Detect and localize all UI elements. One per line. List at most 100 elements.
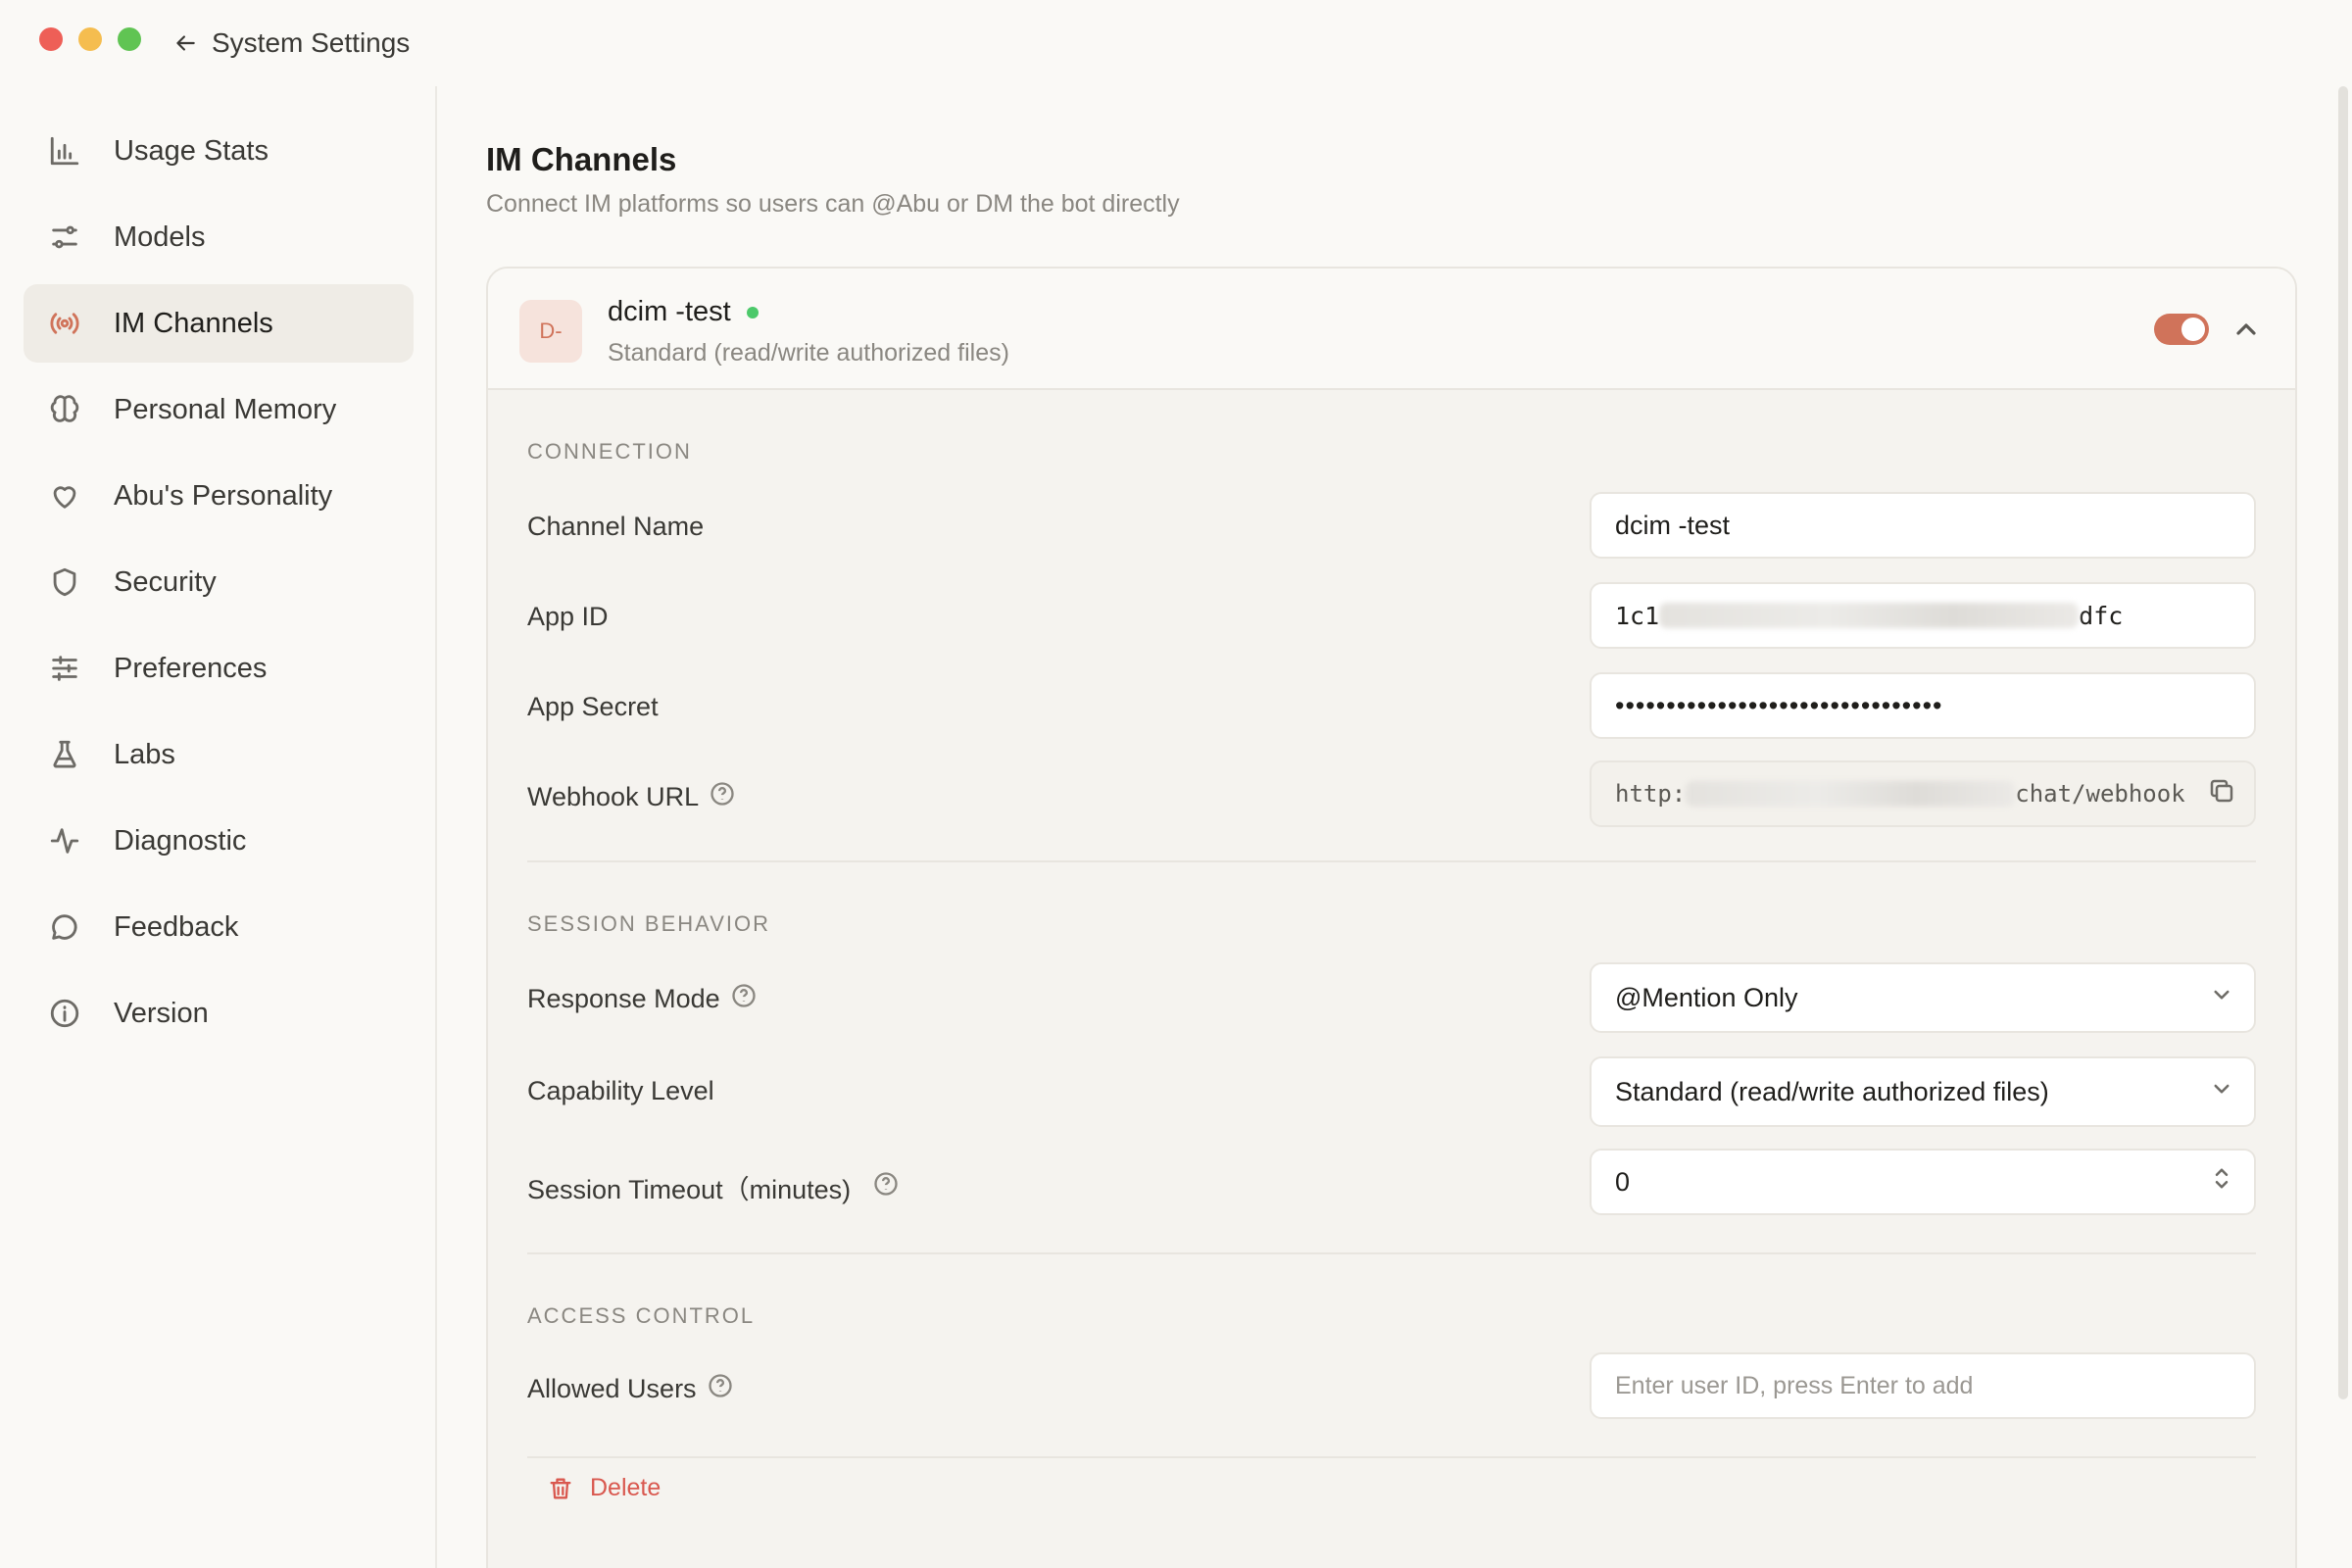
- pulse-icon: [47, 823, 82, 858]
- channel-avatar: D-: [519, 300, 582, 363]
- sidebar-item-label: Version: [114, 997, 209, 1029]
- sidebar-item-usage-stats[interactable]: Usage Stats: [24, 112, 414, 190]
- chevron-down-icon: [2207, 980, 2236, 1016]
- sidebar-item-label: Diagnostic: [114, 824, 247, 857]
- chat-bubble-icon: [47, 909, 82, 945]
- session-timeout-input[interactable]: 0: [1590, 1149, 2256, 1215]
- settings-sliders-icon: [47, 651, 82, 686]
- channel-name-input[interactable]: dcim -test: [1590, 492, 2256, 559]
- session-timeout-value: 0: [1615, 1166, 1631, 1197]
- webhook-prefix: http:: [1615, 780, 1687, 808]
- bar-chart-icon: [47, 133, 82, 169]
- sidebar-item-models[interactable]: Models: [24, 198, 414, 276]
- capability-level-select[interactable]: Standard (read/write authorized files): [1590, 1056, 2256, 1127]
- channel-description: Standard (read/write authorized files): [608, 339, 1009, 367]
- channel-title: dcim -test: [608, 296, 759, 328]
- chevron-up-icon: [2236, 323, 2256, 335]
- sidebar-item-label: Security: [114, 565, 217, 598]
- section-divider: [527, 1252, 2256, 1254]
- settings-window: System Settings Usage Stats Models IM Ch…: [0, 0, 2352, 1568]
- sidebar-item-feedback[interactable]: Feedback: [24, 888, 414, 966]
- capability-level-label: Capability Level: [527, 1076, 714, 1106]
- channel-enabled-toggle[interactable]: [2154, 314, 2209, 345]
- sidebar-item-personal-memory[interactable]: Personal Memory: [24, 370, 414, 449]
- connection-section-label: CONNECTION: [527, 439, 692, 464]
- session-timeout-label-text: Session Timeout（minutes): [527, 1175, 852, 1204]
- webhook-url-label: Webhook URL: [527, 780, 736, 814]
- capability-level-label-text: Capability Level: [527, 1076, 714, 1105]
- collapse-button[interactable]: [2230, 314, 2262, 345]
- app-id-prefix: 1c1: [1615, 601, 1660, 630]
- sidebar-item-label: IM Channels: [114, 307, 273, 339]
- copy-icon: [2210, 779, 2233, 803]
- channel-card: D- dcim -test Standard (read/write autho…: [486, 267, 2297, 1568]
- minimize-window-button[interactable]: [78, 27, 102, 51]
- online-status-dot: [746, 306, 759, 318]
- section-divider: [527, 1456, 2256, 1458]
- app-secret-input[interactable]: ••••••••••••••••••••••••••••••••: [1590, 672, 2256, 739]
- allowed-users-label: Allowed Users: [527, 1372, 734, 1406]
- help-icon[interactable]: [709, 780, 736, 814]
- brain-icon: [47, 392, 82, 427]
- zoom-window-button[interactable]: [118, 27, 141, 51]
- sidebar-item-label: Models: [114, 220, 206, 253]
- back-button[interactable]: System Settings: [172, 24, 410, 63]
- sliders-icon: [47, 220, 82, 255]
- allowed-users-placeholder: Enter user ID, press Enter to add: [1615, 1371, 1974, 1399]
- sidebar-item-diagnostic[interactable]: Diagnostic: [24, 802, 414, 880]
- copy-button[interactable]: [2207, 776, 2236, 811]
- chevron-down-icon: [2207, 1074, 2236, 1110]
- page-title: IM Channels: [486, 141, 677, 177]
- channel-name: dcim -test: [608, 296, 731, 327]
- app-secret-value: ••••••••••••••••••••••••••••••••: [1615, 690, 1943, 720]
- session-section-label: SESSION BEHAVIOR: [527, 911, 770, 936]
- channel-card-header[interactable]: D- dcim -test Standard (read/write autho…: [488, 269, 2295, 390]
- help-icon[interactable]: [872, 1170, 900, 1204]
- heart-icon: [47, 478, 82, 514]
- webhook-url-field: http: chat/webhook: [1590, 760, 2256, 827]
- app-secret-label: App Secret: [527, 692, 659, 722]
- app-id-label: App ID: [527, 602, 609, 632]
- close-window-button[interactable]: [39, 27, 63, 51]
- response-mode-label: Response Mode: [527, 982, 758, 1016]
- sidebar-item-preferences[interactable]: Preferences: [24, 629, 414, 708]
- webhook-suffix: chat/webhook: [2015, 780, 2185, 808]
- allowed-users-input[interactable]: Enter user ID, press Enter to add: [1590, 1352, 2256, 1419]
- sidebar: Usage Stats Models IM Channels Personal …: [0, 86, 437, 1568]
- sidebar-item-im-channels[interactable]: IM Channels: [24, 284, 414, 363]
- info-icon: [47, 996, 82, 1031]
- trash-icon: [550, 1478, 571, 1498]
- sidebar-item-label: Labs: [114, 738, 175, 770]
- section-divider: [527, 860, 2256, 862]
- response-mode-select[interactable]: @Mention Only: [1590, 962, 2256, 1033]
- sidebar-item-labs[interactable]: Labs: [24, 715, 414, 794]
- app-id-input[interactable]: 1c1 dfc: [1590, 582, 2256, 649]
- webhook-url-label-text: Webhook URL: [527, 782, 700, 811]
- sidebar-item-abus-personality[interactable]: Abu's Personality: [24, 457, 414, 535]
- flask-icon: [47, 737, 82, 772]
- number-stepper[interactable]: [2207, 1164, 2236, 1200]
- access-section-label: ACCESS CONTROL: [527, 1303, 756, 1328]
- main-scrollbar[interactable]: [2338, 86, 2348, 1399]
- delete-label: Delete: [590, 1474, 662, 1501]
- channel-name-label-text: Channel Name: [527, 512, 705, 541]
- redacted-text: [1686, 781, 2016, 807]
- app-secret-label-text: App Secret: [527, 692, 659, 721]
- back-label: System Settings: [212, 27, 411, 58]
- delete-channel-button[interactable]: Delete: [547, 1474, 661, 1502]
- sidebar-item-label: Abu's Personality: [114, 479, 333, 512]
- response-mode-label-text: Response Mode: [527, 984, 720, 1013]
- app-id-label-text: App ID: [527, 602, 609, 631]
- page-subtitle: Connect IM platforms so users can @Abu o…: [486, 190, 1180, 218]
- sidebar-item-label: Feedback: [114, 910, 239, 943]
- capability-level-value: Standard (read/write authorized files): [1615, 1076, 2049, 1106]
- help-icon[interactable]: [707, 1372, 734, 1406]
- help-icon[interactable]: [730, 982, 758, 1016]
- main-content: IM Channels Connect IM platforms so user…: [486, 86, 2297, 1568]
- sidebar-item-version[interactable]: Version: [24, 974, 414, 1053]
- arrow-left-icon: [176, 35, 195, 51]
- toggle-knob: [2181, 318, 2205, 341]
- sidebar-item-security[interactable]: Security: [24, 543, 414, 621]
- title-bar: System Settings: [0, 0, 2352, 86]
- broadcast-icon: [47, 306, 82, 341]
